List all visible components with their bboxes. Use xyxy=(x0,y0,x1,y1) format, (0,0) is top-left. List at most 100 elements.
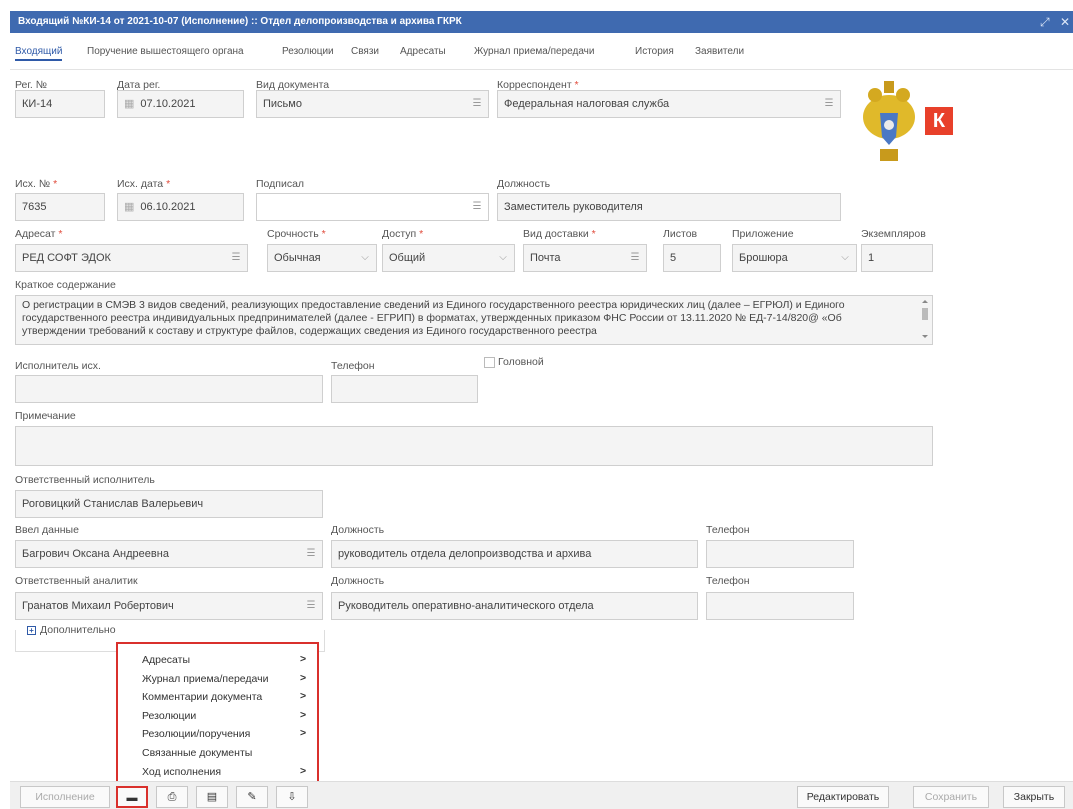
reg-no-field[interactable]: КИ-14 xyxy=(15,90,105,118)
bottom-toolbar: Исполнение ▬ ⎙ ▤ ✎ ⇩ Редактировать Сохра… xyxy=(10,781,1073,809)
executor-out-field[interactable] xyxy=(15,375,323,403)
tab-links[interactable]: Связи xyxy=(351,46,379,57)
folder-button[interactable]: ▬ xyxy=(116,786,148,808)
analyst-field[interactable]: Гранатов Михаил Робертович ☰ xyxy=(15,592,323,620)
save-button[interactable]: Сохранить xyxy=(913,786,989,808)
chevron-right-icon: > xyxy=(300,653,307,665)
chevron-down-icon[interactable]: ⌵ xyxy=(834,245,856,271)
edit-button[interactable]: Редактировать xyxy=(797,786,889,808)
tab-superior-order[interactable]: Поручение вышестоящего органа xyxy=(87,46,244,57)
sheets-label: Листов xyxy=(663,228,698,240)
correspondent-field[interactable]: Федеральная налоговая служба ☰ xyxy=(497,90,841,118)
summary-textarea[interactable]: О регистрации в СМЭВ 3 видов сведений, р… xyxy=(15,295,933,345)
print-icon: ⎙ xyxy=(167,791,177,803)
analyst-phone-field[interactable] xyxy=(706,592,854,620)
doc-type-field[interactable]: Письмо ☰ xyxy=(256,90,489,118)
menu-item-transfer-log[interactable]: Журнал приема/передачи > xyxy=(142,672,306,685)
out-date-value: 06.10.2021 xyxy=(140,201,196,213)
position-value: Заместитель руководителя xyxy=(504,201,643,213)
tab-incoming[interactable]: Входящий xyxy=(15,46,63,61)
emblem-icon xyxy=(863,81,915,161)
download-button[interactable]: ⇩ xyxy=(276,786,308,808)
note-label: Примечание xyxy=(15,410,76,422)
out-date-field[interactable]: ▦ 06.10.2021 xyxy=(117,193,244,221)
analyst-value: Гранатов Михаил Робертович xyxy=(22,600,174,612)
chevron-right-icon: > xyxy=(300,709,307,721)
analyst-position-field[interactable]: Руководитель оперативно-аналитического о… xyxy=(331,592,698,620)
doc-type-value: Письмо xyxy=(263,98,302,110)
tab-history[interactable]: История xyxy=(635,46,674,57)
attachment-label: Приложение xyxy=(732,228,794,240)
print-button[interactable]: ⎙ xyxy=(156,786,188,808)
entered-position-value: руководитель отдела делопроизводства и а… xyxy=(338,548,592,560)
signed-field[interactable]: ☰ xyxy=(256,193,489,221)
access-select[interactable]: Общий ⌵ xyxy=(382,244,515,272)
calendar-icon[interactable]: ▦ xyxy=(124,201,134,213)
paperclip-icon: ✎ xyxy=(247,791,257,803)
position-label: Должность xyxy=(497,178,551,190)
executor-out-label: Исполнитель исх. xyxy=(15,360,101,372)
analyst-label: Ответственный аналитик xyxy=(15,575,138,587)
menu-item-comments[interactable]: Комментарии документа > xyxy=(142,690,306,703)
chevron-right-icon: > xyxy=(300,765,307,777)
sheets-field[interactable]: 5 xyxy=(663,244,721,272)
list-icon[interactable]: ☰ xyxy=(818,91,840,117)
execution-button[interactable]: Исполнение xyxy=(20,786,110,808)
reg-date-value: 07.10.2021 xyxy=(140,98,196,110)
list-icon[interactable]: ☰ xyxy=(300,541,322,567)
responsible-field[interactable]: Роговицкий Станислав Валерьевич xyxy=(15,490,323,518)
access-label: Доступ * xyxy=(382,228,424,240)
window-titlebar: Входящий №КИ-14 от 2021-10-07 (Исполнени… xyxy=(10,11,1073,33)
entered-phone-label: Телефон xyxy=(706,524,750,536)
entered-field[interactable]: Багрович Оксана Андреевна ☰ xyxy=(15,540,323,568)
close-icon[interactable]: ✕ xyxy=(1060,11,1070,33)
additional-toggle[interactable]: + Дополнительно xyxy=(24,624,119,636)
list-icon[interactable]: ☰ xyxy=(466,91,488,117)
entered-value: Багрович Оксана Андреевна xyxy=(22,548,169,560)
phone-field[interactable] xyxy=(331,375,478,403)
close-button[interactable]: Закрыть xyxy=(1003,786,1065,808)
menu-item-addressees[interactable]: Адресаты > xyxy=(142,653,306,666)
tab-applicants[interactable]: Заявители xyxy=(695,46,744,57)
reg-no-value: КИ-14 xyxy=(22,98,53,110)
entered-phone-field[interactable] xyxy=(706,540,854,568)
position-field[interactable]: Заместитель руководителя xyxy=(497,193,841,221)
calendar-icon[interactable]: ▦ xyxy=(124,98,134,110)
entered-position-field[interactable]: руководитель отдела делопроизводства и а… xyxy=(331,540,698,568)
list-icon[interactable]: ☰ xyxy=(225,245,247,271)
analyst-position-label: Должность xyxy=(331,575,385,587)
out-date-label: Исх. дата * xyxy=(117,178,171,190)
access-value: Общий xyxy=(389,252,426,264)
out-no-value: 7635 xyxy=(22,201,47,213)
summary-label: Краткое содержание xyxy=(15,279,116,291)
addressee-label: Адресат * xyxy=(15,228,63,240)
scrollbar[interactable] xyxy=(920,299,930,339)
note-textarea[interactable] xyxy=(15,426,933,466)
card-button[interactable]: ▤ xyxy=(196,786,228,808)
expand-icon[interactable]: + xyxy=(27,626,36,635)
menu-item-execution-progress[interactable]: Ход исполнения > xyxy=(142,765,306,778)
tab-addressees[interactable]: Адресаты xyxy=(400,46,446,57)
delivery-field[interactable]: Почта ☰ xyxy=(523,244,647,272)
menu-item-resolutions[interactable]: Резолюции > xyxy=(142,709,306,722)
entered-position-label: Должность xyxy=(331,524,385,536)
attachment-select[interactable]: Брошюра ⌵ xyxy=(732,244,857,272)
addressee-field[interactable]: РЕД СОФТ ЭДОК ☰ xyxy=(15,244,248,272)
list-icon[interactable]: ☰ xyxy=(300,593,322,619)
list-icon[interactable]: ☰ xyxy=(624,245,646,271)
copies-field[interactable]: 1 xyxy=(861,244,933,272)
reg-date-field[interactable]: ▦ 07.10.2021 xyxy=(117,90,244,118)
urgency-select[interactable]: Обычная ⌵ xyxy=(267,244,377,272)
menu-item-related-docs[interactable]: Связанные документы xyxy=(142,747,252,759)
tab-resolutions[interactable]: Резолюции xyxy=(282,46,334,57)
chevron-down-icon[interactable]: ⌵ xyxy=(354,245,376,271)
attach-button[interactable]: ✎ xyxy=(236,786,268,808)
chevron-down-icon[interactable]: ⌵ xyxy=(492,245,514,271)
tab-transfer-log[interactable]: Журнал приема/передачи xyxy=(474,46,594,57)
maximize-icon[interactable]: ⤢ xyxy=(1040,11,1050,33)
menu-item-resolutions-orders[interactable]: Резолюции/поручения > xyxy=(142,727,306,740)
copies-label: Экземпляров xyxy=(861,228,926,240)
list-icon[interactable]: ☰ xyxy=(466,194,488,220)
head-checkbox[interactable] xyxy=(484,357,495,368)
out-no-field[interactable]: 7635 xyxy=(15,193,105,221)
